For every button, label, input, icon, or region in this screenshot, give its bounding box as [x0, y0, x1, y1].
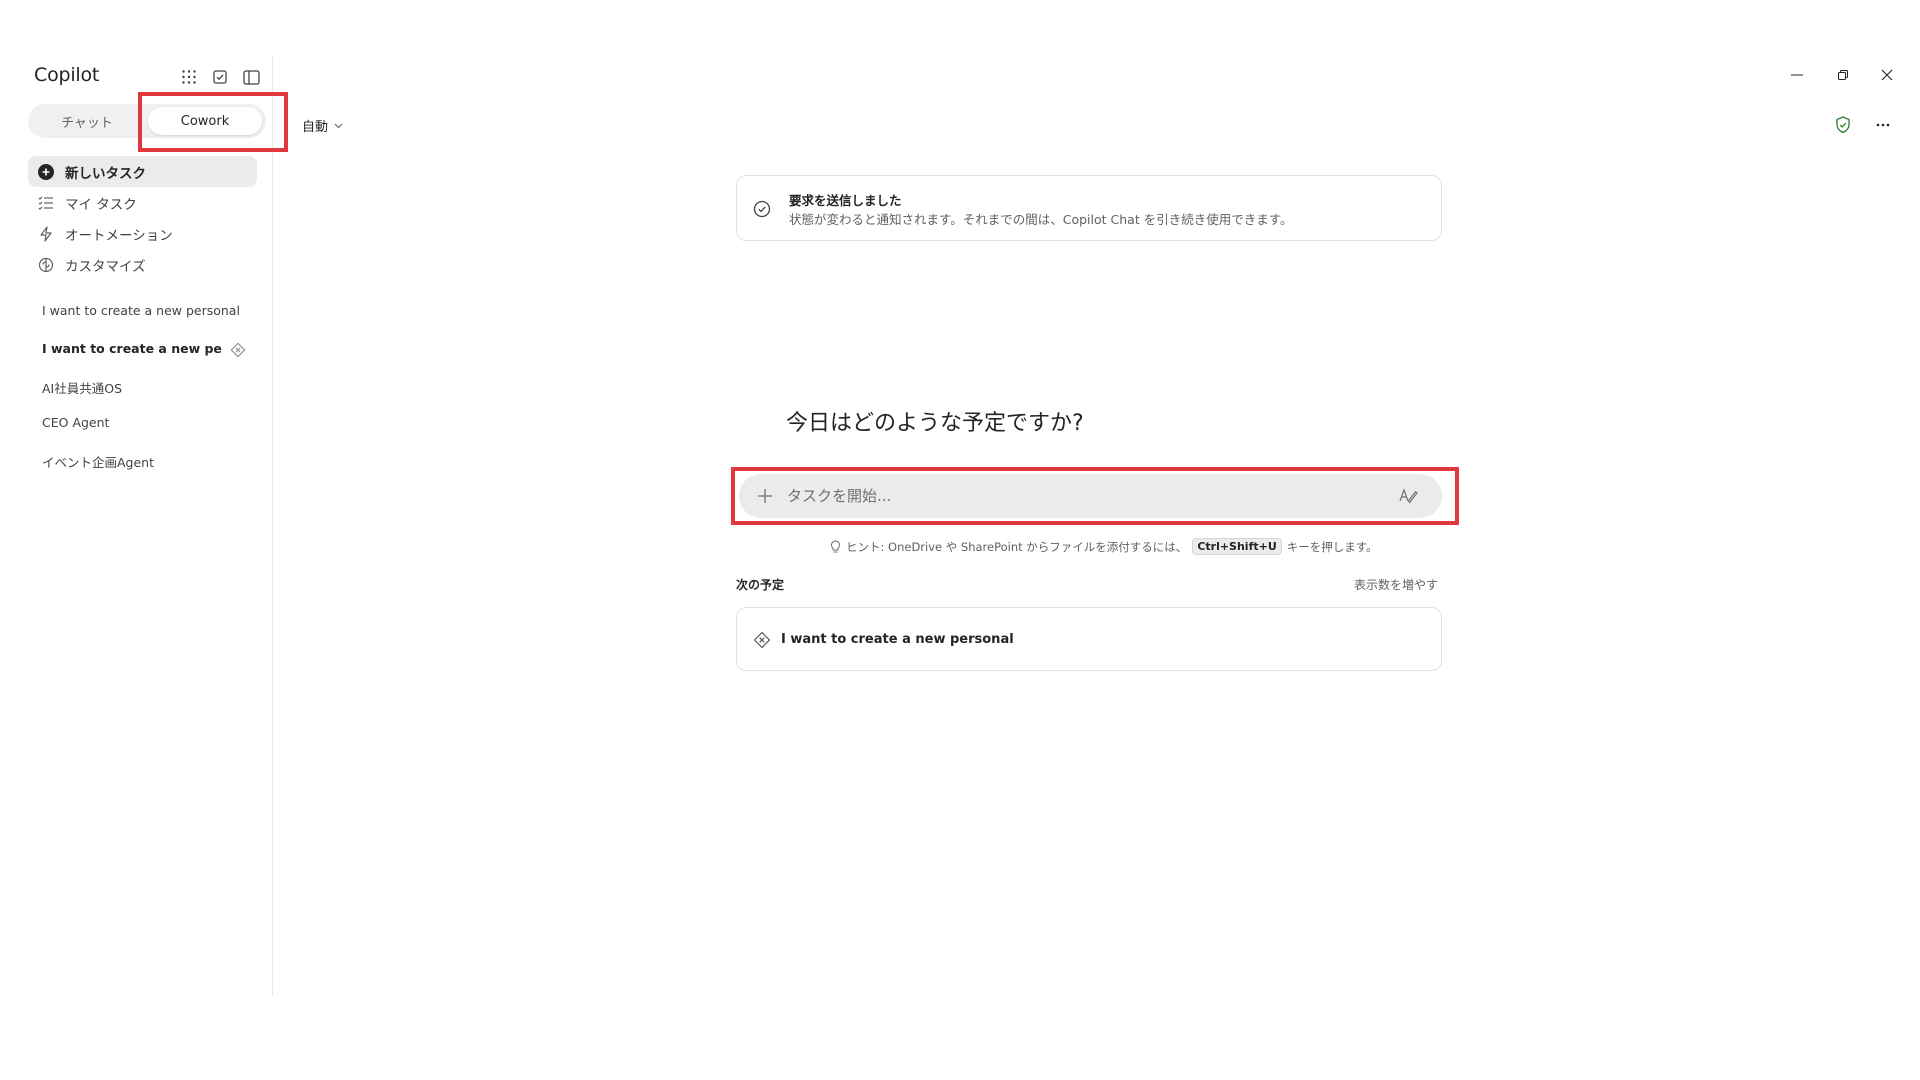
recent-item[interactable]: I want to create a new personal [42, 303, 257, 318]
cowork-highlight-box [138, 92, 288, 152]
restore-button[interactable] [1831, 63, 1855, 87]
nav-customize-label: カスタマイズ [65, 258, 146, 275]
minimize-button[interactable] [1785, 63, 1809, 87]
nav-my-tasks-label: マイ タスク [65, 196, 137, 213]
notification-title: 要求を送信しました [789, 193, 902, 208]
app-title: Copilot [34, 64, 100, 86]
mode-select-label: 自動 [302, 120, 329, 135]
hint-line: ヒント: OneDrive や SharePoint からファイルを添付するには… [830, 538, 1378, 555]
recent-item-active[interactable]: I want to create a new per... [42, 341, 222, 356]
nav-automation-label: オートメーション [65, 227, 173, 244]
lightning-icon [37, 225, 55, 243]
mode-select[interactable]: 自動 [302, 116, 343, 135]
tab-chat[interactable]: チャット [32, 107, 142, 135]
nav-automation[interactable]: オートメーション [28, 218, 257, 249]
hint-suffix: キーを押します。 [1286, 539, 1378, 554]
upcoming-task-title: I want to create a new personal [781, 632, 1014, 647]
chevron-down-icon [334, 123, 343, 129]
greeting-heading: 今日はどのような予定ですか? [786, 411, 1084, 436]
list-icon [37, 194, 55, 212]
task-input-highlight-box [731, 467, 1459, 525]
nav-new-task[interactable]: 新しいタスク [28, 156, 257, 187]
plus-circle-icon [37, 163, 55, 181]
apps-grid-icon[interactable] [178, 66, 200, 88]
running-task-icon [230, 342, 246, 358]
sidebar-toggle-icon[interactable] [240, 66, 262, 88]
show-more-link[interactable]: 表示数を増やす [1354, 576, 1438, 593]
hint-text: ヒント: OneDrive や SharePoint からファイルを添付するには… [846, 539, 1188, 554]
upcoming-header: 次の予定 [736, 578, 785, 592]
more-options-icon[interactable] [1871, 113, 1895, 137]
upcoming-task-card[interactable]: I want to create a new personal [736, 607, 1442, 671]
running-task-icon [753, 631, 771, 649]
nav-customize[interactable]: カスタマイズ [28, 249, 257, 280]
close-button[interactable] [1875, 63, 1899, 87]
task-check-icon[interactable] [209, 66, 231, 88]
recent-item[interactable]: CEO Agent [42, 415, 257, 430]
notification-body: 状態が変わると通知されます。それまでの間は、Copilot Chat を引き続き… [789, 212, 1293, 227]
nav-new-task-label: 新しいタスク [65, 165, 146, 182]
recent-item[interactable]: AI社員共通OS [42, 378, 257, 397]
sidebar-divider [272, 56, 273, 996]
lightbulb-icon [830, 539, 841, 554]
shield-check-icon[interactable] [1831, 113, 1855, 137]
nav-my-tasks[interactable]: マイ タスク [28, 187, 257, 218]
check-circle-icon [753, 200, 771, 218]
brain-icon [37, 256, 55, 274]
recent-item[interactable]: イベント企画Agent [42, 452, 257, 471]
shortcut-key: Ctrl+Shift+U [1192, 538, 1282, 555]
notification-card: 要求を送信しました 状態が変わると通知されます。それまでの間は、Copilot … [736, 175, 1442, 241]
